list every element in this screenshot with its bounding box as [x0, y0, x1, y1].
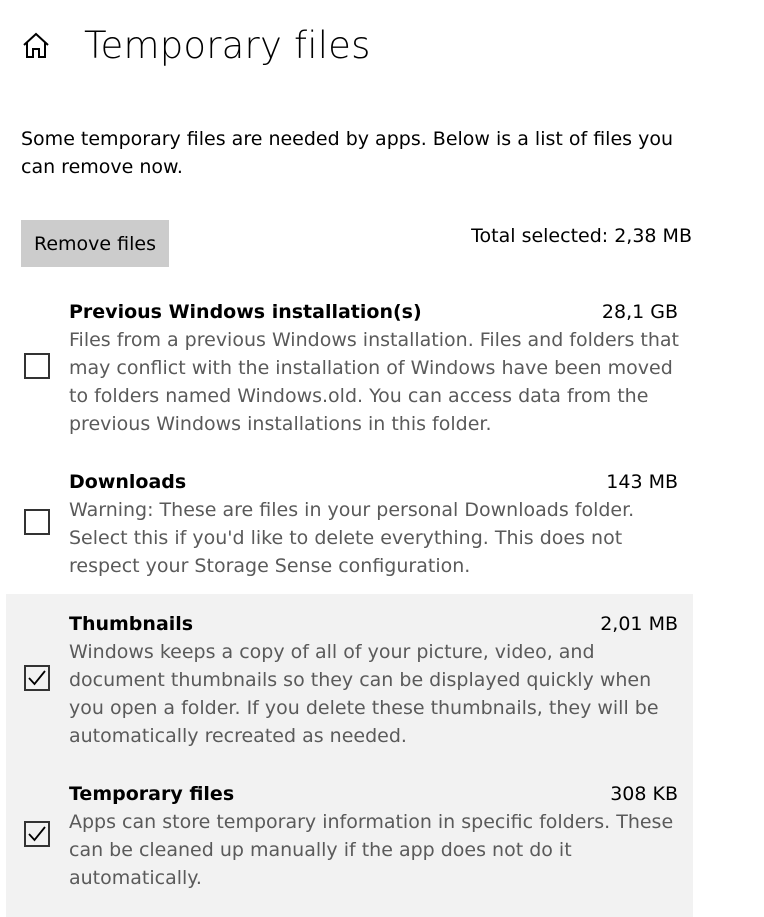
item-description: Apps can store temporary information in … — [69, 811, 674, 889]
checkbox-thumbnails[interactable] — [24, 665, 50, 691]
file-item-temporary-files[interactable]: Temporary files 308 KB Apps can store te… — [6, 780, 693, 906]
item-size: 143 MB — [606, 471, 678, 493]
file-item-previous-windows[interactable]: Previous Windows installation(s) 28,1 GB… — [6, 298, 693, 452]
item-description: Windows keeps a copy of all of your pict… — [69, 641, 659, 747]
item-description: Files from a previous Windows installati… — [69, 329, 679, 435]
page-title: Temporary files — [84, 24, 371, 67]
checkmark-icon — [28, 670, 46, 686]
checkbox-temporary-files[interactable] — [24, 821, 50, 847]
file-item-thumbnails[interactable]: Thumbnails 2,01 MB Windows keeps a copy … — [6, 610, 693, 764]
item-name: Downloads — [69, 471, 187, 493]
item-name: Thumbnails — [69, 613, 194, 635]
checkmark-icon — [28, 826, 46, 842]
file-item-downloads[interactable]: Downloads 143 MB Warning: These are file… — [6, 468, 693, 594]
checkbox-downloads[interactable] — [24, 509, 50, 535]
remove-files-button[interactable]: Remove files — [21, 220, 169, 267]
page-header: Temporary files — [20, 22, 371, 70]
item-size: 2,01 MB — [600, 613, 678, 635]
item-name: Temporary files — [69, 783, 235, 805]
home-icon[interactable] — [20, 30, 52, 62]
intro-text: Some temporary files are needed by apps.… — [21, 128, 673, 178]
item-description: Warning: These are files in your persona… — [69, 499, 635, 577]
total-selected: Total selected: 2,38 MB — [471, 225, 692, 247]
checkbox-previous-windows[interactable] — [24, 353, 50, 379]
item-size: 28,1 GB — [601, 301, 678, 323]
item-size: 308 KB — [610, 783, 678, 805]
item-name: Previous Windows installation(s) — [69, 301, 422, 323]
temporary-files-page: Temporary files Some temporary files are… — [0, 0, 764, 917]
